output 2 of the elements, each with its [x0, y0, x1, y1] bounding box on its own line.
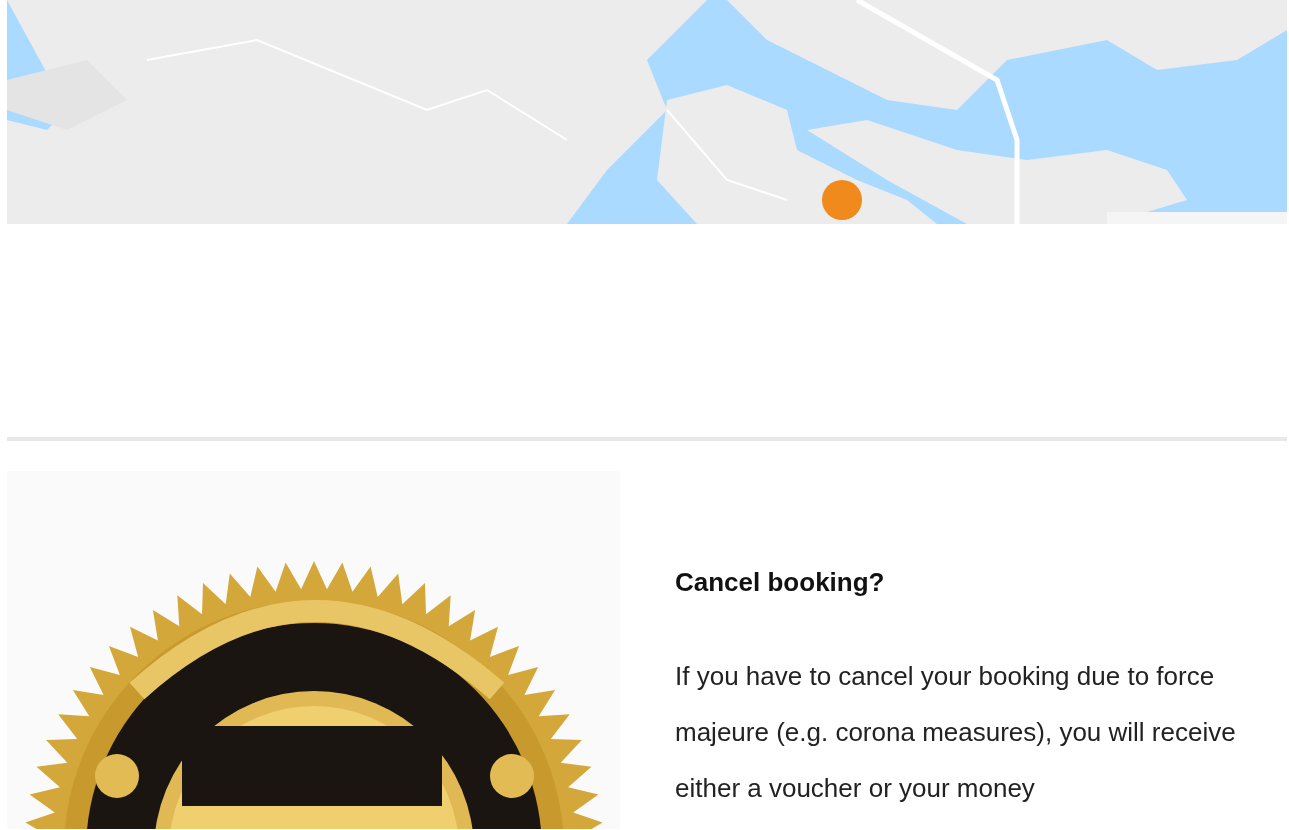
- section-heading: Cancel booking?: [675, 567, 886, 598]
- body-text: If you have to cancel your booking due to force majeure (e.g. corona measures), you will receive either a voucher or your money: [675, 660, 1237, 805]
